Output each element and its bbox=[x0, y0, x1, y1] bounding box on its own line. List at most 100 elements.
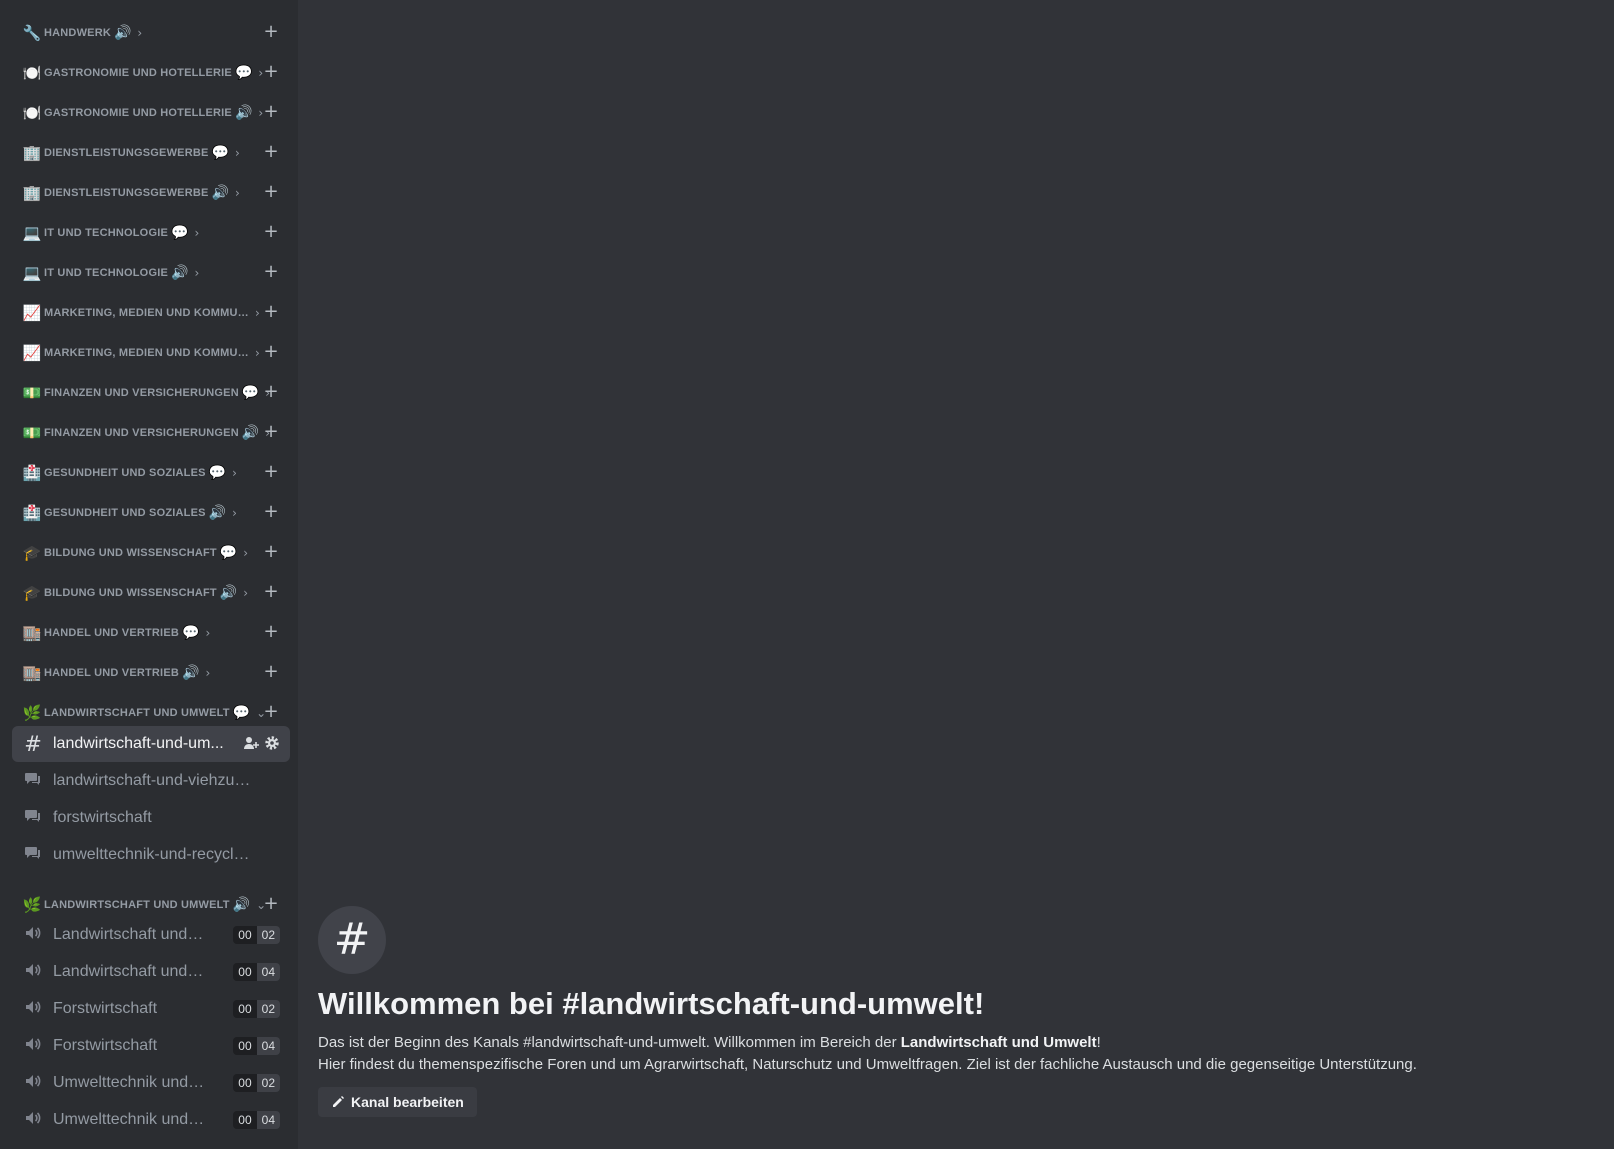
create-channel-icon[interactable]: + bbox=[260, 381, 282, 403]
forum-icon bbox=[22, 770, 44, 793]
create-channel-icon[interactable]: + bbox=[260, 461, 282, 483]
chevron-right-icon: › bbox=[205, 666, 211, 680]
category-marketing-voice[interactable]: 📈 Marketing, Medien und Kommuni... › + bbox=[12, 337, 290, 369]
category-label: Landwirtschaft und Umwelt bbox=[44, 707, 230, 719]
herb-emoji: 🌿 bbox=[22, 704, 42, 722]
category-label: Gesundheit und Soziales bbox=[44, 507, 206, 519]
category-gesundheit-text[interactable]: 🏥 Gesundheit und Soziales 💬 › + bbox=[12, 457, 290, 489]
herb-emoji: 🌿 bbox=[22, 896, 42, 914]
user-limit-badge: 00 02 bbox=[233, 926, 280, 944]
voice-channel[interactable]: Forstwirtschaft 00 02 bbox=[12, 991, 290, 1027]
hashtag-icon: # bbox=[318, 906, 386, 974]
category-bildung-voice[interactable]: 🎓 Bildung und Wissenschaft 🔊 › + bbox=[12, 577, 290, 609]
speech-bubble-emoji: 💬 bbox=[208, 465, 227, 481]
create-channel-icon[interactable]: + bbox=[260, 661, 282, 683]
category-label: Gesundheit und Soziales bbox=[44, 467, 206, 479]
channel-name: umwelttechnik-und-recycling bbox=[53, 846, 253, 863]
forum-icon bbox=[22, 844, 44, 867]
category-dienstleistung-text[interactable]: 🏢 Dienstleistungsgewerbe 💬 › + bbox=[12, 137, 290, 169]
category-finanzen-voice[interactable]: 💵 Finanzen und Versicherungen 🔊 › + bbox=[12, 417, 290, 449]
speech-bubble-emoji: 💬 bbox=[232, 705, 251, 721]
chevron-right-icon: › bbox=[194, 226, 200, 240]
speaker-emoji: 🔊 bbox=[171, 265, 189, 281]
user-limit-badge: 00 04 bbox=[233, 1111, 280, 1129]
category-gastronomie-text[interactable]: 🍽️ Gastronomie und Hotellerie 💬 › + bbox=[12, 57, 290, 89]
category-it-voice[interactable]: 💻 IT und Technologie 🔊 › + bbox=[12, 257, 290, 289]
create-channel-icon[interactable]: + bbox=[260, 341, 282, 363]
welcome-description: Das ist der Beginn des Kanals #landwirts… bbox=[318, 1032, 1598, 1076]
create-channel-icon[interactable]: + bbox=[260, 101, 282, 123]
category-handel-voice[interactable]: 🏬 Handel und Vertrieb 🔊 › + bbox=[12, 657, 290, 689]
user-limit: 02 bbox=[256, 1000, 280, 1018]
create-channel-icon[interactable]: + bbox=[260, 181, 282, 203]
voice-channel[interactable]: Landwirtschaft und ... 00 02 bbox=[12, 917, 290, 953]
edit-channel-label: Kanal bearbeiten bbox=[351, 1094, 464, 1110]
category-label: Gastronomie und Hotellerie bbox=[44, 67, 232, 79]
category-bildung-text[interactable]: 🎓 Bildung und Wissenschaft 💬 › + bbox=[12, 537, 290, 569]
channel-name: Forstwirtschaft bbox=[53, 1037, 158, 1054]
category-marketing-text[interactable]: 📈 Marketing, Medien und Kommuni... › + bbox=[12, 297, 290, 329]
speaker-emoji: 🔊 bbox=[211, 185, 229, 201]
gear-icon[interactable] bbox=[264, 735, 280, 755]
user-count: 00 bbox=[233, 1000, 257, 1018]
create-channel-icon[interactable]: + bbox=[260, 581, 282, 603]
category-label: Gastronomie und Hotellerie bbox=[44, 107, 232, 119]
hospital-emoji: 🏥 bbox=[22, 464, 42, 482]
forum-channel-viehzucht[interactable]: landwirtschaft-und-viehzucht bbox=[12, 763, 290, 799]
create-channel-icon[interactable]: + bbox=[260, 301, 282, 323]
chevron-right-icon: › bbox=[137, 26, 143, 40]
create-channel-icon[interactable]: + bbox=[260, 21, 282, 43]
category-label: Dienstleistungsgewerbe bbox=[44, 147, 209, 159]
category-handwerk[interactable]: 🔧 Handwerk 🔊 › + bbox=[12, 17, 290, 49]
channel-landwirtschaft-und-umwelt[interactable]: # landwirtschaft-und-um... bbox=[12, 726, 290, 762]
welcome-title: Willkommen bei #landwirtschaft-und-umwel… bbox=[318, 986, 985, 1021]
category-label: Finanzen und Versicherungen bbox=[44, 387, 239, 399]
create-channel-icon[interactable]: + bbox=[260, 141, 282, 163]
speaker-icon bbox=[22, 924, 44, 947]
category-label: IT und Technologie bbox=[44, 227, 168, 239]
invite-user-icon[interactable] bbox=[243, 735, 259, 755]
voice-channel[interactable]: Umwelttechnik und ... 00 02 bbox=[12, 1065, 290, 1101]
category-label: Landwirtschaft und Umwelt bbox=[44, 899, 230, 911]
category-handel-text[interactable]: 🏬 Handel und Vertrieb 💬 › + bbox=[12, 617, 290, 649]
voice-channel[interactable]: Landwirtschaft und ... 00 04 bbox=[12, 954, 290, 990]
category-label: Finanzen und Versicherungen bbox=[44, 427, 239, 439]
chevron-right-icon: › bbox=[243, 546, 249, 560]
create-channel-icon[interactable]: + bbox=[260, 541, 282, 563]
category-gesundheit-voice[interactable]: 🏥 Gesundheit und Soziales 🔊 › + bbox=[12, 497, 290, 529]
user-limit-badge: 00 02 bbox=[233, 1074, 280, 1092]
user-limit: 04 bbox=[256, 963, 280, 981]
category-gastronomie-voice[interactable]: 🍽️ Gastronomie und Hotellerie 🔊 › + bbox=[12, 97, 290, 129]
channel-name: forstwirtschaft bbox=[53, 809, 152, 826]
forum-channel-umwelttechnik[interactable]: umwelttechnik-und-recycling bbox=[12, 837, 290, 873]
create-channel-icon[interactable]: + bbox=[260, 701, 282, 723]
speaker-icon bbox=[22, 1035, 44, 1058]
category-finanzen-text[interactable]: 💵 Finanzen und Versicherungen 💬 › + bbox=[12, 377, 290, 409]
category-dienstleistung-voice[interactable]: 🏢 Dienstleistungsgewerbe 🔊 › + bbox=[12, 177, 290, 209]
user-limit: 04 bbox=[256, 1111, 280, 1129]
description-line-2: Hier findest du themenspezifische Foren … bbox=[318, 1056, 1417, 1073]
create-channel-icon[interactable]: + bbox=[260, 893, 282, 915]
money-emoji: 💵 bbox=[22, 384, 42, 402]
speaker-emoji: 🔊 bbox=[232, 897, 251, 913]
create-channel-icon[interactable]: + bbox=[260, 621, 282, 643]
create-channel-icon[interactable]: + bbox=[260, 501, 282, 523]
channel-welcome: # Willkommen bei #landwirtschaft-und-umw… bbox=[318, 906, 1598, 1117]
channel-tools bbox=[243, 735, 280, 755]
store-emoji: 🏬 bbox=[22, 664, 42, 682]
voice-channel[interactable]: Umwelttechnik und ... 00 04 bbox=[12, 1102, 290, 1138]
create-channel-icon[interactable]: + bbox=[260, 61, 282, 83]
create-channel-icon[interactable]: + bbox=[260, 221, 282, 243]
create-channel-icon[interactable]: + bbox=[260, 421, 282, 443]
speaker-emoji: 🔊 bbox=[182, 665, 200, 681]
forum-channel-forstwirtschaft[interactable]: forstwirtschaft bbox=[12, 800, 290, 836]
create-channel-icon[interactable]: + bbox=[260, 261, 282, 283]
graduation-cap-emoji: 🎓 bbox=[22, 544, 42, 562]
edit-channel-button[interactable]: Kanal bearbeiten bbox=[318, 1087, 477, 1117]
category-landwirtschaft-text[interactable]: 🌿 Landwirtschaft und Umwelt 💬 ⌄ + bbox=[12, 697, 290, 729]
speech-bubble-emoji: 💬 bbox=[234, 65, 253, 81]
speech-bubble-emoji: 💬 bbox=[182, 625, 200, 641]
category-it-text[interactable]: 💻 IT und Technologie 💬 › + bbox=[12, 217, 290, 249]
voice-channel[interactable]: Forstwirtschaft 00 04 bbox=[12, 1028, 290, 1064]
speaker-emoji: 🔊 bbox=[241, 425, 260, 441]
